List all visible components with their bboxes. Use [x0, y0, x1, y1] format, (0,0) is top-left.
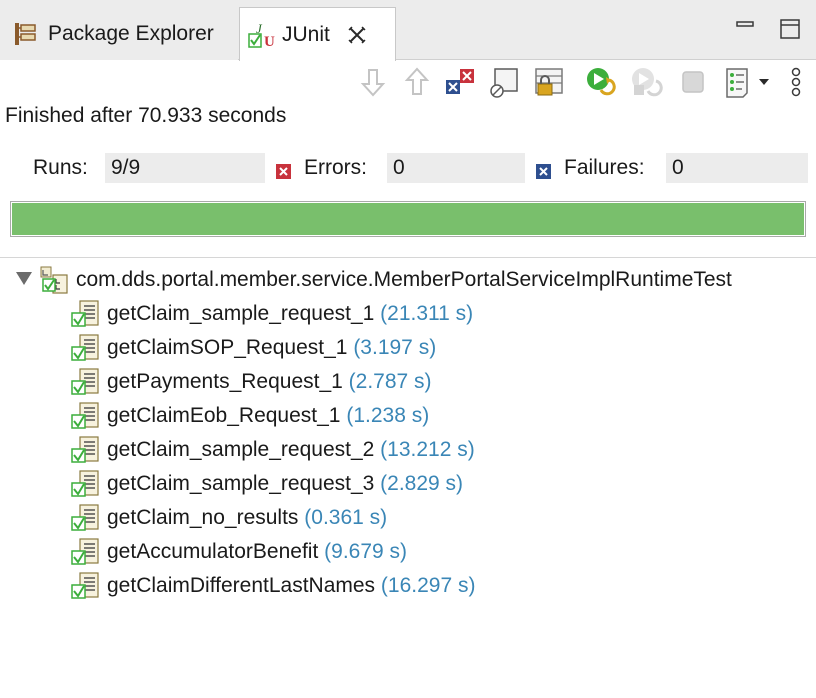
test-passed-icon	[70, 435, 102, 465]
expand-collapse-icon[interactable]	[16, 272, 32, 285]
next-failure-icon[interactable]	[357, 66, 389, 98]
test-passed-icon	[70, 571, 102, 601]
test-suite-passed-icon	[39, 265, 69, 295]
run-status-text: Finished after 70.933 seconds	[5, 104, 287, 127]
errors-label: Errors:	[304, 156, 367, 179]
stop-run-icon[interactable]	[677, 66, 709, 98]
show-skipped-icon[interactable]	[488, 66, 520, 98]
test-counters: Runs: 9/9 Errors: 0 Failures: 0	[0, 150, 816, 188]
test-passed-icon	[70, 367, 102, 397]
test-case-label: getClaimSOP_Request_1 (3.197 s)	[107, 336, 436, 360]
minimize-icon[interactable]	[734, 18, 756, 45]
test-case-name: getClaimDifferentLastNames	[107, 574, 376, 597]
view-menu-icon[interactable]	[786, 66, 806, 98]
test-case-duration: (21.311 s)	[380, 302, 474, 325]
test-case-name: getAccumulatorBenefit	[107, 540, 319, 563]
view-tab-bar: Package Explorer J U JUnit	[0, 0, 816, 61]
tab-package-explorer-label: Package Explorer	[48, 21, 214, 45]
test-case-duration: (2.829 s)	[380, 472, 464, 495]
test-case-duration: (16.297 s)	[380, 574, 476, 597]
progress-fill	[12, 203, 804, 235]
test-passed-icon	[70, 537, 102, 567]
divider	[0, 257, 816, 258]
junit-toolbar	[0, 60, 816, 104]
junit-icon: J U	[248, 21, 275, 50]
test-case-duration: (13.212 s)	[380, 438, 475, 461]
tab-package-explorer[interactable]: Package Explorer	[0, 7, 238, 60]
test-passed-icon	[70, 401, 102, 431]
test-case-name: getClaim_sample_request_1	[107, 302, 375, 325]
show-failures-only-icon[interactable]	[444, 66, 476, 98]
test-case-name: getClaim_no_results	[107, 506, 299, 529]
scroll-lock-icon[interactable]	[532, 66, 564, 98]
test-case-duration: (1.238 s)	[346, 404, 430, 427]
svg-text:U: U	[264, 34, 275, 50]
test-case-duration: (9.679 s)	[324, 540, 408, 563]
test-case-label: getAccumulatorBenefit (9.679 s)	[107, 540, 407, 564]
tab-junit[interactable]: J U JUnit	[239, 7, 396, 61]
rerun-test-icon[interactable]	[585, 66, 617, 98]
test-case-label: getClaim_sample_request_2 (13.212 s)	[107, 438, 475, 462]
previous-failure-icon[interactable]	[401, 66, 433, 98]
failures-label: Failures:	[564, 156, 645, 179]
test-passed-icon	[70, 503, 102, 533]
test-suite-name: com.dds.portal.member.service.MemberPort…	[76, 268, 732, 291]
test-case-label: getPayments_Request_1 (2.787 s)	[107, 370, 432, 394]
test-case-label: getClaimEob_Request_1 (1.238 s)	[107, 404, 429, 428]
test-case-label: getClaim_sample_request_1 (21.311 s)	[107, 302, 473, 326]
test-case-name: getClaimSOP_Request_1	[107, 336, 348, 359]
test-case-name: getClaim_sample_request_2	[107, 438, 375, 461]
history-dropdown-icon[interactable]	[756, 74, 772, 90]
svg-text:J: J	[256, 22, 263, 36]
test-passed-icon	[70, 299, 102, 329]
test-case-name: getClaimEob_Request_1	[107, 404, 341, 427]
test-passed-icon	[70, 333, 102, 363]
failure-icon	[536, 161, 551, 179]
close-icon[interactable]	[346, 24, 368, 46]
test-case-label: getClaim_no_results (0.361 s)	[107, 506, 387, 530]
test-case-label: getClaim_sample_request_3 (2.829 s)	[107, 472, 463, 496]
runs-label: Runs:	[33, 156, 88, 179]
test-case-duration: (3.197 s)	[353, 336, 437, 359]
test-case-duration: (2.787 s)	[348, 370, 432, 393]
test-run-history-icon[interactable]	[722, 66, 754, 98]
test-case-name: getPayments_Request_1	[107, 370, 343, 393]
test-passed-icon	[70, 469, 102, 499]
package-explorer-icon	[12, 21, 38, 47]
test-case-duration: (0.361 s)	[304, 506, 388, 529]
runs-value: 9/9	[105, 153, 265, 183]
test-progress-bar	[10, 201, 806, 237]
tab-junit-label: JUnit	[282, 22, 330, 46]
test-case-name: getClaim_sample_request_3	[107, 472, 375, 495]
rerun-failures-first-icon[interactable]	[630, 66, 663, 98]
error-icon	[276, 161, 291, 179]
errors-value: 0	[387, 153, 525, 183]
maximize-icon[interactable]	[779, 18, 801, 45]
failures-value: 0	[666, 153, 808, 183]
test-case-label: getClaimDifferentLastNames (16.297 s)	[107, 574, 475, 598]
